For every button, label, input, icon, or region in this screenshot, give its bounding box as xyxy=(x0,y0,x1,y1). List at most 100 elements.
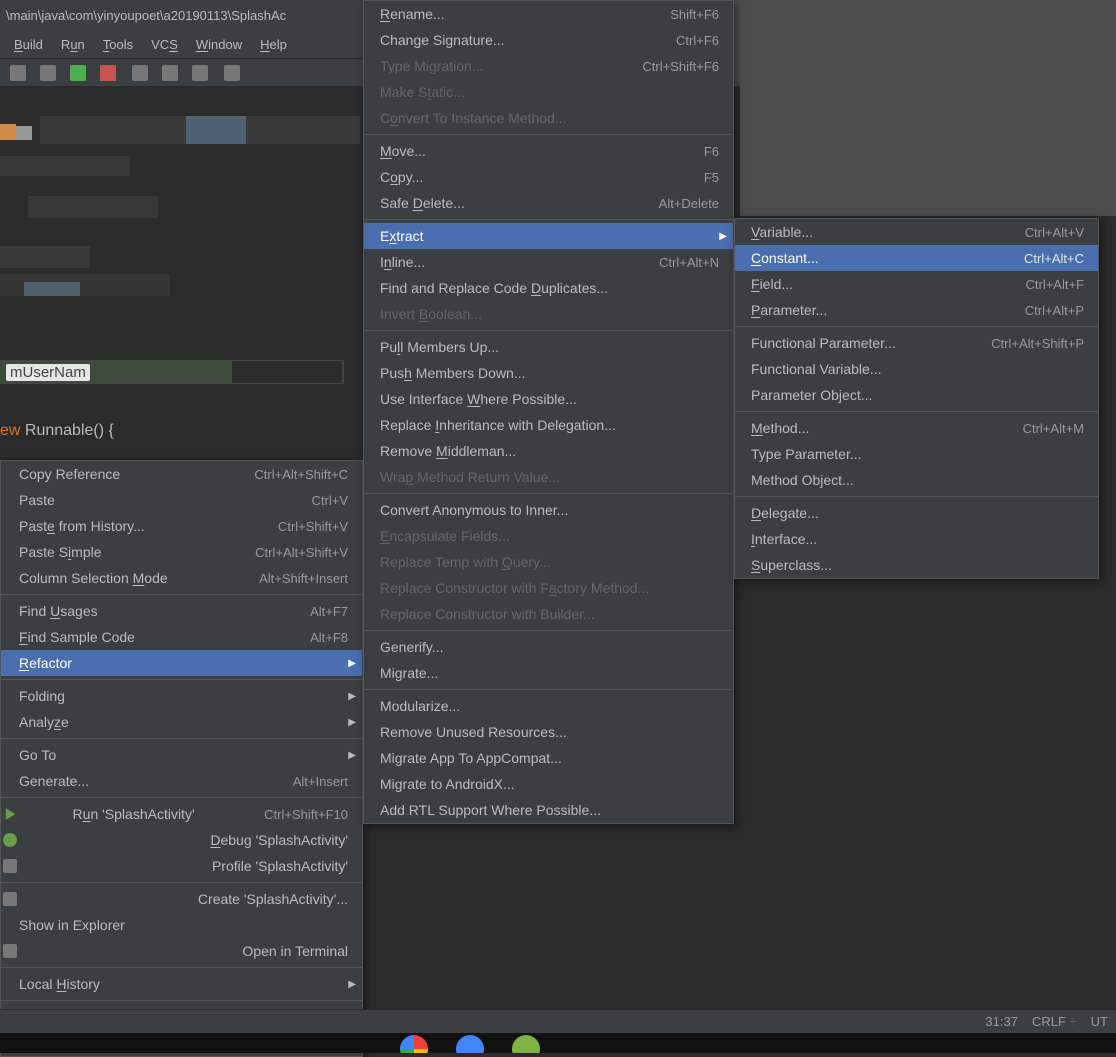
menu-item-label: Field... xyxy=(751,276,793,292)
refactor-migrate-to-androidx[interactable]: Migrate to AndroidX... xyxy=(364,771,733,797)
refactor-push-members-down[interactable]: Push Members Down... xyxy=(364,360,733,386)
ctx-paste-from-history[interactable]: Paste from History...Ctrl+Shift+V xyxy=(1,513,362,539)
menu-window[interactable]: Window xyxy=(196,37,242,52)
menu-item-label: Create 'SplashActivity'... xyxy=(198,891,348,907)
menu-item-label: Rename... xyxy=(380,6,445,22)
refactor-modularize[interactable]: Modularize... xyxy=(364,693,733,719)
extract-method[interactable]: Method...Ctrl+Alt+M xyxy=(735,415,1098,441)
menu-item-label: Extract xyxy=(380,228,424,244)
redacted-code xyxy=(232,361,342,383)
refactor-convert-anonymous-to-inner[interactable]: Convert Anonymous to Inner... xyxy=(364,497,733,523)
editor-context-menu[interactable]: Copy ReferenceCtrl+Alt+Shift+CPasteCtrl+… xyxy=(0,460,363,1057)
extract-interface[interactable]: Interface... xyxy=(735,526,1098,552)
extract-method-object[interactable]: Method Object... xyxy=(735,467,1098,493)
refactor-extract[interactable]: Extract▶ xyxy=(364,223,733,249)
run-icon[interactable] xyxy=(70,65,86,81)
extract-functional-variable[interactable]: Functional Variable... xyxy=(735,356,1098,382)
ctx-refactor[interactable]: Refactor▶ xyxy=(1,650,362,676)
structure-icon[interactable] xyxy=(224,65,240,81)
ctx-run-splashactivity[interactable]: Run 'SplashActivity'Ctrl+Shift+F10 xyxy=(1,801,362,827)
refactor-move[interactable]: Move...F6 xyxy=(364,138,733,164)
refactor-find-and-replace-code-duplicates[interactable]: Find and Replace Code Duplicates... xyxy=(364,275,733,301)
ctx-generate[interactable]: Generate...Alt+Insert xyxy=(1,768,362,794)
menu-item-label: Add RTL Support Where Possible... xyxy=(380,802,601,818)
extract-type-parameter[interactable]: Type Parameter... xyxy=(735,441,1098,467)
refactor-inline[interactable]: Inline...Ctrl+Alt+N xyxy=(364,249,733,275)
ctx-paste-simple[interactable]: Paste SimpleCtrl+Alt+Shift+V xyxy=(1,539,362,565)
menu-run[interactable]: Run xyxy=(61,37,85,52)
refactor-submenu[interactable]: Rename...Shift+F6Change Signature...Ctrl… xyxy=(363,0,734,824)
os-taskbar[interactable] xyxy=(0,1033,1116,1053)
menu-item-label: Parameter... xyxy=(751,302,827,318)
menu-item-shortcut: Ctrl+Alt+P xyxy=(1025,303,1084,318)
menu-item-shortcut: F6 xyxy=(704,144,719,159)
menu-separator xyxy=(1,738,362,739)
extract-submenu[interactable]: Variable...Ctrl+Alt+VConstant...Ctrl+Alt… xyxy=(734,218,1099,579)
line-ending[interactable]: CRLF ÷ xyxy=(1032,1014,1077,1029)
selected-identifier[interactable]: mUserNam xyxy=(0,360,344,384)
ctx-analyze[interactable]: Analyze▶ xyxy=(1,709,362,735)
profile-icon[interactable] xyxy=(162,65,178,81)
extract-field[interactable]: Field... Ctrl+Alt+F xyxy=(735,271,1098,297)
ctx-debug-splashactivity[interactable]: Debug 'SplashActivity' xyxy=(1,827,362,853)
refactor-change-signature[interactable]: Change Signature...Ctrl+F6 xyxy=(364,27,733,53)
redacted-code xyxy=(186,116,246,144)
android-studio-icon[interactable] xyxy=(512,1035,540,1053)
menu-item-shortcut: Ctrl+Alt+C xyxy=(1024,251,1084,266)
refactor-type-migration: Type Migration...Ctrl+Shift+F6 xyxy=(364,53,733,79)
chrome-icon[interactable] xyxy=(400,1035,428,1053)
refactor-safe-delete[interactable]: Safe Delete...Alt+Delete xyxy=(364,190,733,216)
code-line[interactable]: ew Runnable() { xyxy=(0,422,114,440)
stop-icon[interactable] xyxy=(100,65,116,81)
refactor-migrate[interactable]: Migrate... xyxy=(364,660,733,686)
ctx-show-in-explorer[interactable]: Show in Explorer xyxy=(1,912,362,938)
refactor-rename[interactable]: Rename...Shift+F6 xyxy=(364,1,733,27)
build-icon[interactable] xyxy=(192,65,208,81)
refactor-migrate-app-to-appcompat[interactable]: Migrate App To AppCompat... xyxy=(364,745,733,771)
refactor-remove-middleman[interactable]: Remove Middleman... xyxy=(364,438,733,464)
ctx-find-sample-code[interactable]: Find Sample CodeAlt+F8 xyxy=(1,624,362,650)
redacted-code xyxy=(0,246,90,268)
sync-icon[interactable] xyxy=(10,65,26,81)
ctx-column-selection-mode[interactable]: Column Selection ModeAlt+Shift+Insert xyxy=(1,565,362,591)
ctx-copy-reference[interactable]: Copy ReferenceCtrl+Alt+Shift+C xyxy=(1,461,362,487)
refactor-use-interface-where-possible[interactable]: Use Interface Where Possible... xyxy=(364,386,733,412)
extract-delegate[interactable]: Delegate... xyxy=(735,500,1098,526)
file-encoding[interactable]: UT xyxy=(1091,1014,1108,1029)
avd-icon[interactable] xyxy=(40,65,56,81)
ctx-go-to[interactable]: Go To▶ xyxy=(1,742,362,768)
extract-functional-parameter[interactable]: Functional Parameter...Ctrl+Alt+Shift+P xyxy=(735,330,1098,356)
ctx-paste[interactable]: PasteCtrl+V xyxy=(1,487,362,513)
attach-icon[interactable] xyxy=(132,65,148,81)
menu-item-label: Convert Anonymous to Inner... xyxy=(380,502,568,518)
menu-separator xyxy=(1,1000,362,1001)
menu-tools[interactable]: Tools xyxy=(103,37,133,52)
ctx-open-in-terminal[interactable]: Open in Terminal xyxy=(1,938,362,964)
menu-item-label: Inline... xyxy=(380,254,425,270)
ctx-create-splashactivity[interactable]: Create 'SplashActivity'... xyxy=(1,886,362,912)
refactor-add-rtl-support-where-possible[interactable]: Add RTL Support Where Possible... xyxy=(364,797,733,823)
ctx-find-usages[interactable]: Find UsagesAlt+F7 xyxy=(1,598,362,624)
refactor-generify[interactable]: Generify... xyxy=(364,634,733,660)
extract-superclass[interactable]: Superclass... xyxy=(735,552,1098,578)
menu-build[interactable]: Build xyxy=(14,37,43,52)
ctx-profile-splashactivity[interactable]: Profile 'SplashActivity' xyxy=(1,853,362,879)
caret-position[interactable]: 31:37 xyxy=(985,1014,1018,1029)
menu-help[interactable]: Help xyxy=(260,37,287,52)
refactor-copy[interactable]: Copy...F5 xyxy=(364,164,733,190)
menu-item-shortcut: Ctrl+Alt+Shift+P xyxy=(991,336,1084,351)
refactor-replace-inheritance-with-delegation[interactable]: Replace Inheritance with Delegation... xyxy=(364,412,733,438)
extract-constant[interactable]: Constant...Ctrl+Alt+C xyxy=(735,245,1098,271)
extract-variable[interactable]: Variable...Ctrl+Alt+V xyxy=(735,219,1098,245)
ctx-folding[interactable]: Folding▶ xyxy=(1,683,362,709)
ctx-local-history[interactable]: Local History▶ xyxy=(1,971,362,997)
refactor-pull-members-up[interactable]: Pull Members Up... xyxy=(364,334,733,360)
menu-vcs[interactable]: VCS xyxy=(151,37,178,52)
extract-parameter[interactable]: Parameter... Ctrl+Alt+P xyxy=(735,297,1098,323)
refactor-remove-unused-resources[interactable]: Remove Unused Resources... xyxy=(364,719,733,745)
app-icon[interactable] xyxy=(456,1035,484,1053)
extract-parameter-object[interactable]: Parameter Object... xyxy=(735,382,1098,408)
selected-identifier-text: mUserNam xyxy=(6,364,90,381)
menu-separator xyxy=(364,689,733,690)
menu-item-shortcut: Ctrl+Alt+F xyxy=(1025,277,1084,292)
